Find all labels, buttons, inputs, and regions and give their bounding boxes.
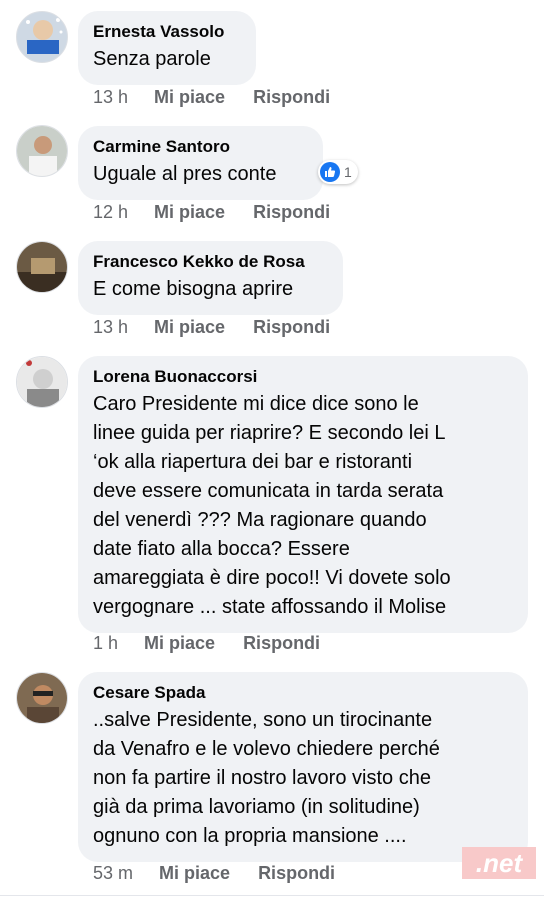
reaction-count[interactable]: 1 bbox=[318, 160, 358, 184]
comment-time[interactable]: 12 h bbox=[93, 202, 128, 222]
comment-text: E come bisogna aprire bbox=[93, 278, 294, 300]
divider bbox=[0, 895, 544, 896]
like-button[interactable]: Mi piace bbox=[154, 202, 225, 222]
comment-text-line: ognuno con la propria mansione .... bbox=[93, 825, 407, 847]
avatar[interactable] bbox=[16, 356, 68, 408]
comment-actions: 13 h Mi piace Rispondi bbox=[93, 87, 358, 108]
reply-button[interactable]: Rispondi bbox=[253, 317, 330, 337]
comment-actions: 1 h Mi piace Rispondi bbox=[93, 633, 348, 654]
reply-button[interactable]: Rispondi bbox=[253, 202, 330, 222]
like-button[interactable]: Mi piace bbox=[144, 633, 215, 653]
comment-bubble: Lorena Buonaccorsi Caro Presidente mi di… bbox=[78, 356, 528, 633]
comment-text-line: linee guida per riaprire? E secondo lei … bbox=[93, 422, 446, 444]
comment-text-line: date fiato alla bocca? Essere bbox=[93, 538, 350, 560]
comment-text-line: da Venafro e le volevo chiedere perché bbox=[93, 738, 440, 760]
like-button[interactable]: Mi piace bbox=[154, 87, 225, 107]
reply-button[interactable]: Rispondi bbox=[258, 863, 335, 883]
comment-text-line: deve essere comunicata in tarda serata bbox=[93, 480, 444, 502]
reply-button[interactable]: Rispondi bbox=[243, 633, 320, 653]
comment-text-line: ..salve Presidente, sono un tirocinante bbox=[93, 709, 433, 731]
like-button[interactable]: Mi piace bbox=[159, 863, 230, 883]
comment-text: Uguale al pres conte bbox=[93, 163, 277, 185]
comment-text-line: Caro Presidente mi dice dice sono le bbox=[93, 393, 419, 415]
watermark-logo: .net bbox=[462, 847, 536, 879]
like-button[interactable]: Mi piace bbox=[154, 317, 225, 337]
comment-actions: 53 m Mi piace Rispondi bbox=[93, 863, 363, 884]
comment-bubble: Ernesta Vassolo Senza parole bbox=[78, 11, 256, 85]
comment-actions: 12 h Mi piace Rispondi bbox=[93, 202, 358, 223]
reaction-count-label: 1 bbox=[344, 164, 352, 180]
comment-text-line: vergognare ... state affossando il Molis… bbox=[93, 596, 447, 618]
thumbs-up-icon bbox=[320, 162, 340, 182]
comment-time[interactable]: 53 m bbox=[93, 863, 133, 883]
comment-time[interactable]: 1 h bbox=[93, 633, 118, 653]
comment-bubble: Carmine Santoro Uguale al pres conte bbox=[78, 126, 323, 200]
comment-author[interactable]: Carmine Santoro bbox=[93, 136, 307, 158]
avatar[interactable] bbox=[16, 11, 68, 63]
comment-author[interactable]: Lorena Buonaccorsi bbox=[93, 366, 512, 388]
comment-author[interactable]: Cesare Spada bbox=[93, 682, 512, 704]
comment-text-line: amareggiata è dire poco!! Vi dovete solo bbox=[93, 567, 451, 589]
avatar[interactable] bbox=[16, 125, 68, 177]
comment-author[interactable]: Ernesta Vassolo bbox=[93, 21, 240, 43]
comment-bubble: Francesco Kekko de Rosa E come bisogna a… bbox=[78, 241, 343, 315]
comment-text: Senza parole bbox=[93, 48, 211, 70]
avatar[interactable] bbox=[16, 241, 68, 293]
comment-text-line: già da prima lavoriamo (in solitudine) bbox=[93, 796, 420, 818]
comment-text-line: del venerdì ??? Ma ragionare quando bbox=[93, 509, 427, 531]
comment-text-line: ‘ok alla riapertura dei bar e ristoranti bbox=[93, 451, 413, 473]
comment-bubble: Cesare Spada ..salve Presidente, sono un… bbox=[78, 672, 528, 862]
comment-time[interactable]: 13 h bbox=[93, 317, 128, 337]
comment-author[interactable]: Francesco Kekko de Rosa bbox=[93, 251, 327, 273]
comment-text-line: non fa partire il nostro lavoro visto ch… bbox=[93, 767, 431, 789]
comment-actions: 13 h Mi piace Rispondi bbox=[93, 317, 358, 338]
comment-time[interactable]: 13 h bbox=[93, 87, 128, 107]
avatar[interactable] bbox=[16, 672, 68, 724]
reply-button[interactable]: Rispondi bbox=[253, 87, 330, 107]
